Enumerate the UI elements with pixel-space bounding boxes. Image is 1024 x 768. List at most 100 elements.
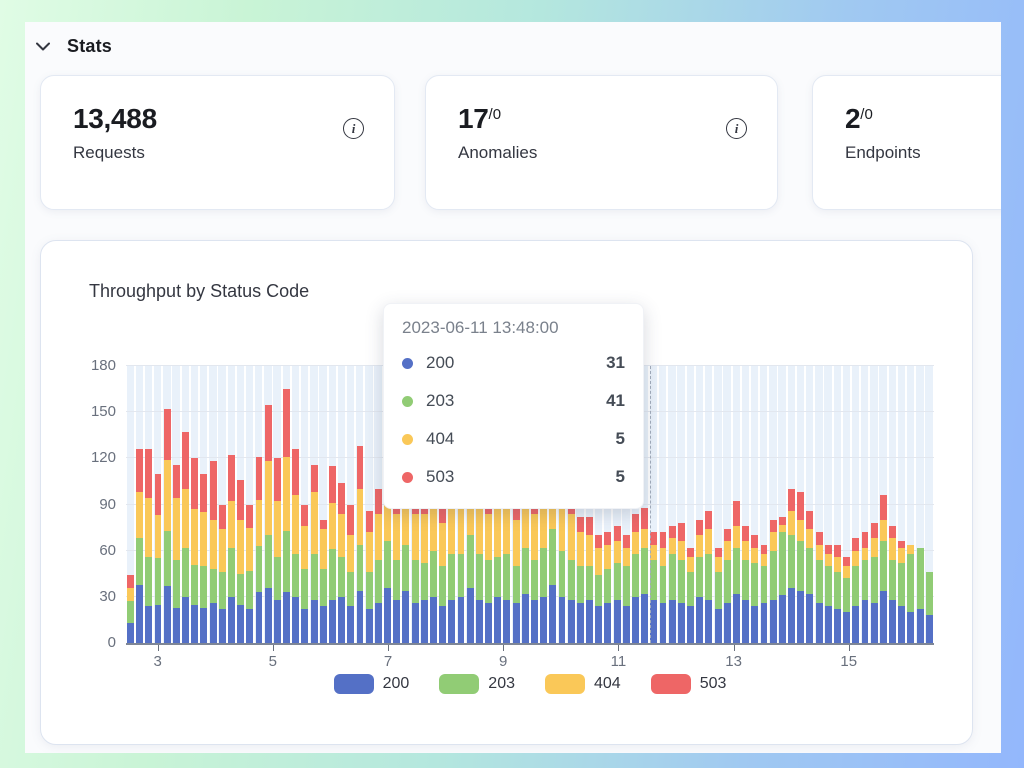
bar-segment-503[interactable] <box>173 465 180 499</box>
bar[interactable] <box>155 474 162 643</box>
bar-segment-503[interactable] <box>164 409 171 460</box>
bar-segment-203[interactable] <box>733 548 740 594</box>
bar-segment-503[interactable] <box>862 532 869 547</box>
bar-segment-200[interactable] <box>256 592 263 643</box>
bar-segment-404[interactable] <box>889 538 896 560</box>
bar-segment-203[interactable] <box>301 569 308 609</box>
bar-segment-203[interactable] <box>375 560 382 603</box>
bar-segment-503[interactable] <box>228 455 235 501</box>
bar-segment-203[interactable] <box>540 548 547 597</box>
bar-segment-404[interactable] <box>577 532 584 566</box>
bar-segment-203[interactable] <box>761 566 768 603</box>
bar-segment-404[interactable] <box>816 545 823 560</box>
bar-segment-203[interactable] <box>228 548 235 597</box>
bar-segment-203[interactable] <box>669 554 676 600</box>
bar-segment-404[interactable] <box>623 548 630 566</box>
bar-segment-503[interactable] <box>283 389 290 457</box>
bar-segment-404[interactable] <box>210 520 217 569</box>
bar-segment-503[interactable] <box>219 505 226 530</box>
bar-segment-404[interactable] <box>265 461 272 535</box>
bar-segment-203[interactable] <box>834 572 841 609</box>
bar-segment-200[interactable] <box>375 603 382 643</box>
bar[interactable] <box>210 461 217 643</box>
bar-segment-404[interactable] <box>595 548 602 576</box>
info-icon[interactable]: i <box>726 118 747 139</box>
bar-segment-200[interactable] <box>421 600 428 643</box>
bar-segment-404[interactable] <box>513 520 520 566</box>
bar-segment-200[interactable] <box>687 606 694 643</box>
bar-segment-200[interactable] <box>586 600 593 643</box>
bar-segment-503[interactable] <box>641 508 648 530</box>
bar-segment-404[interactable] <box>751 548 758 563</box>
bar-segment-404[interactable] <box>494 501 501 556</box>
bar-segment-200[interactable] <box>384 588 391 643</box>
bar-segment-404[interactable] <box>907 545 914 554</box>
bar[interactable] <box>301 505 308 643</box>
bar-segment-203[interactable] <box>568 560 575 600</box>
bar-segment-200[interactable] <box>568 600 575 643</box>
bar-segment-404[interactable] <box>366 532 373 572</box>
bar-segment-200[interactable] <box>283 592 290 643</box>
bar[interactable] <box>862 532 869 643</box>
bar[interactable] <box>329 466 336 643</box>
bar-segment-203[interactable] <box>889 560 896 600</box>
bar[interactable] <box>917 548 924 643</box>
legend-item-404[interactable]: 404 <box>545 674 621 694</box>
bar[interactable] <box>145 449 152 643</box>
bar-segment-200[interactable] <box>898 606 905 643</box>
bar-segment-404[interactable] <box>347 535 354 572</box>
bar-segment-203[interactable] <box>852 566 859 606</box>
bar-segment-203[interactable] <box>531 560 538 600</box>
bar-segment-200[interactable] <box>788 588 795 643</box>
legend-item-203[interactable]: 203 <box>439 674 515 694</box>
bar-segment-503[interactable] <box>843 557 850 566</box>
bar[interactable] <box>834 545 841 643</box>
bar-segment-203[interactable] <box>384 541 391 587</box>
bar-segment-203[interactable] <box>412 560 419 603</box>
bar[interactable] <box>623 535 630 643</box>
bar-segment-203[interactable] <box>283 531 290 593</box>
bar-segment-200[interactable] <box>503 600 510 643</box>
bar[interactable] <box>412 492 419 643</box>
bar-segment-203[interactable] <box>265 535 272 587</box>
bar-segment-203[interactable] <box>926 572 933 615</box>
bar-segment-503[interactable] <box>311 465 318 493</box>
bar-segment-203[interactable] <box>402 545 409 591</box>
bar-segment-404[interactable] <box>292 495 299 553</box>
bar-segment-203[interactable] <box>586 566 593 600</box>
bar-segment-200[interactable] <box>604 603 611 643</box>
bar[interactable] <box>806 511 813 643</box>
bar-segment-503[interactable] <box>136 449 143 492</box>
bar-segment-203[interactable] <box>715 572 722 609</box>
bar[interactable] <box>274 458 281 643</box>
bar-segment-203[interactable] <box>329 549 336 600</box>
bar-segment-503[interactable] <box>650 532 657 544</box>
bar-segment-203[interactable] <box>641 548 648 594</box>
bar-segment-203[interactable] <box>724 560 731 603</box>
bar-segment-404[interactable] <box>136 492 143 538</box>
bar-segment-404[interactable] <box>898 548 905 563</box>
bar-segment-203[interactable] <box>421 563 428 600</box>
bar-segment-404[interactable] <box>761 554 768 566</box>
bar[interactable] <box>907 545 914 643</box>
bar-segment-404[interactable] <box>200 512 207 566</box>
bar-segment-200[interactable] <box>219 609 226 643</box>
bar-segment-404[interactable] <box>678 541 685 559</box>
bar-segment-404[interactable] <box>586 535 593 566</box>
bar-segment-203[interactable] <box>577 566 584 603</box>
bar-segment-200[interactable] <box>164 586 171 643</box>
bar-segment-203[interactable] <box>357 545 364 591</box>
bar-segment-404[interactable] <box>219 529 226 572</box>
bar-segment-200[interactable] <box>761 603 768 643</box>
bar-segment-404[interactable] <box>412 514 419 560</box>
bar-segment-404[interactable] <box>155 515 162 558</box>
bar-segment-203[interactable] <box>614 563 621 600</box>
bar[interactable] <box>311 465 318 643</box>
bar[interactable] <box>788 489 795 643</box>
bar-segment-404[interactable] <box>393 514 400 560</box>
bar-segment-203[interactable] <box>871 557 878 603</box>
bar-segment-404[interactable] <box>329 503 336 549</box>
bar-segment-200[interactable] <box>357 591 364 643</box>
bar[interactable] <box>871 523 878 643</box>
bar-segment-404[interactable] <box>421 514 428 563</box>
